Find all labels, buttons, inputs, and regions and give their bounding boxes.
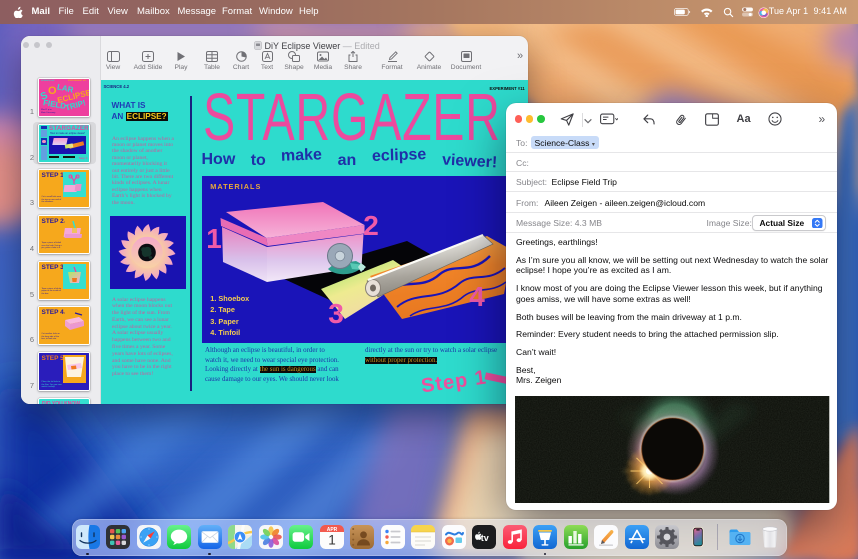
svg-text:tv: tv [481,532,489,542]
svg-text:1: 1 [328,532,336,547]
